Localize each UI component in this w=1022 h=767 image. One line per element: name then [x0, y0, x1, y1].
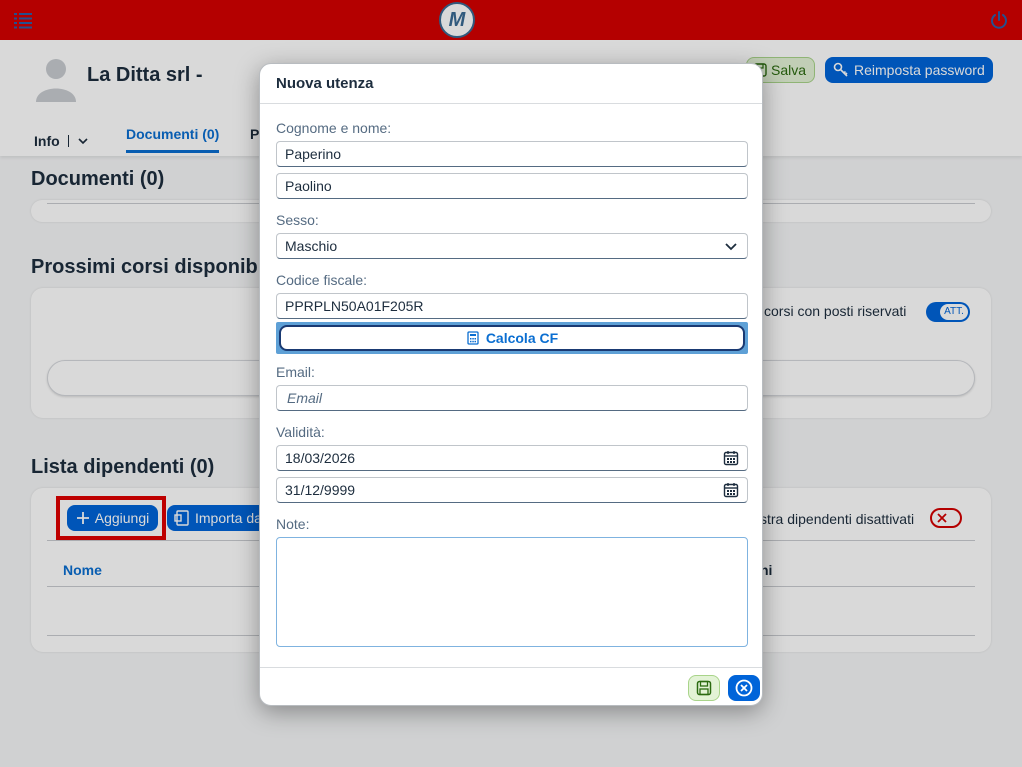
sex-select[interactable]: Maschio — [276, 233, 748, 259]
email-label: Email: — [276, 364, 315, 380]
divider — [260, 103, 762, 104]
valid-from-value: 18/03/2026 — [285, 450, 356, 466]
name-label: Cognome e nome: — [276, 120, 392, 136]
notes-label: Note: — [276, 516, 310, 532]
sex-value: Maschio — [285, 238, 338, 254]
chevron-down-icon — [725, 243, 737, 251]
valid-from-date-input[interactable]: 18/03/2026 — [276, 445, 748, 471]
save-icon — [696, 680, 712, 696]
dialog-title: Nuova utenza — [276, 75, 374, 92]
firstname-input[interactable]: Paolino — [276, 173, 748, 199]
calc-cf-button[interactable]: Calcola CF — [279, 325, 745, 351]
email-input[interactable]: Email — [276, 385, 748, 411]
divider — [260, 667, 762, 668]
cf-label: Codice fiscale: — [276, 272, 368, 288]
email-placeholder: Email — [287, 390, 323, 406]
cf-value: PPRPLN50A01F205R — [285, 298, 424, 314]
calendar-icon[interactable] — [723, 450, 739, 466]
calc-cf-focus-frame: Calcola CF — [276, 322, 748, 354]
validity-label: Validità: — [276, 424, 325, 440]
sex-label: Sesso: — [276, 212, 319, 228]
valid-to-value: 31/12/9999 — [285, 482, 356, 498]
surname-value: Paperino — [285, 146, 342, 162]
close-circle-icon — [735, 679, 753, 697]
surname-input[interactable]: Paperino — [276, 141, 748, 167]
notes-textarea[interactable] — [276, 537, 748, 647]
calculator-icon — [467, 331, 479, 345]
new-user-dialog: Nuova utenza Cognome e nome: Paperino Pa… — [259, 63, 763, 706]
valid-to-date-input[interactable]: 31/12/9999 — [276, 477, 748, 503]
cf-input[interactable]: PPRPLN50A01F205R — [276, 293, 748, 319]
dialog-close-button[interactable] — [728, 675, 760, 701]
calendar-icon[interactable] — [723, 482, 739, 498]
dialog-save-button[interactable] — [688, 675, 720, 701]
firstname-value: Paolino — [285, 178, 332, 194]
calc-cf-label: Calcola CF — [485, 330, 559, 346]
